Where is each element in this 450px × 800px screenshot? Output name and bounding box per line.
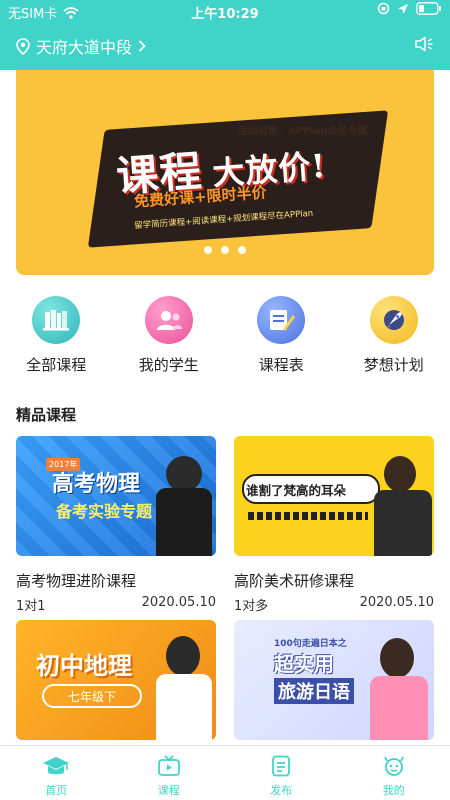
tv-icon [157,755,180,776]
quick-item-schedule[interactable]: 课程表 [225,296,338,375]
quick-item-all-courses[interactable]: 全部课程 [0,296,113,375]
course-title: 高阶美术研修课程 [234,572,355,590]
location-text: 天府大道中段 [36,38,133,57]
announcement-button[interactable] [414,36,434,56]
thumb-title: 初中地理 [36,652,132,680]
tab-publish[interactable]: 发布 [225,746,338,800]
quick-item-label: 梦想计划 [363,356,424,374]
location-selector[interactable]: 天府大道中段 [16,34,146,58]
course-card[interactable]: 2017年 高考物理 备考实验专题 高考物理进阶课程 1对1 2020.05.1… [16,436,216,614]
thumb-subtitle: 旅游日语 [274,678,354,704]
location-arrow-icon [398,3,408,14]
teacher-avatar [384,456,416,492]
thumb-title: 谁割了梵高的耳朵 [246,483,347,498]
schedule-icon [257,296,306,344]
tab-bar: 首页 课程 发布 我的 [0,745,450,800]
course-date: 2020.05.10 [141,595,216,610]
tab-mine[interactable]: 我的 [338,746,450,800]
quick-menu: 全部课程 我的学生 课程表 梦想计划 [0,296,450,375]
teacher-avatar [166,456,202,492]
teacher-avatar [166,636,200,676]
carousel-dot[interactable] [221,246,229,254]
tab-label: 发布 [270,784,293,797]
course-thumbnail: 谁割了梵高的耳朵 [234,436,434,556]
robot-icon [383,756,404,776]
quick-item-label: 课程表 [258,356,304,374]
course-thumbnail: 100句走遍日本之 超实用 旅游日语 [234,620,434,740]
course-type: 1对多 [234,599,269,614]
tab-home[interactable]: 首页 [0,746,113,800]
students-icon [144,296,193,344]
graduation-cap-icon [43,757,70,775]
course-date: 2020.05.10 [359,595,434,610]
header: 无SIM卡 上午10:29 天府大道中段 [0,0,450,70]
course-card[interactable]: 谁割了梵高的耳朵 高阶美术研修课程 1对多 2020.05.10 [234,436,434,614]
section-title: 精品课程 [16,406,77,424]
books-icon [32,296,81,344]
course-type: 1对1 [16,599,46,614]
course-card[interactable]: 初中地理 七年级下 [16,620,216,740]
thumb-subtitle: 七年级下 [42,684,142,708]
chevron-right-icon [138,40,146,52]
tab-label: 首页 [45,784,68,797]
course-card[interactable]: 100句走遍日本之 超实用 旅游日语 [234,620,434,740]
quick-item-label: 我的学生 [138,356,199,374]
battery-icon [416,2,441,15]
teacher-avatar [380,638,414,678]
quick-item-my-students[interactable]: 我的学生 [113,296,226,375]
status-bar: 无SIM卡 上午10:29 [0,0,450,22]
course-title: 高考物理进阶课程 [16,572,137,590]
rocket-icon [369,296,418,344]
location-pin-icon [16,37,30,55]
document-icon [272,755,291,777]
rotation-lock-icon [377,2,390,15]
carousel-dot[interactable] [204,246,212,254]
carousel-dot[interactable] [238,246,246,254]
thumb-title: 高考物理 [52,472,141,497]
quick-item-label: 全部课程 [26,356,87,374]
carousel-indicator [16,246,434,254]
tab-label: 课程 [157,784,180,797]
course-thumbnail: 2017年 高考物理 备考实验专题 [16,436,216,556]
thumb-subtitle: 备考实验专题 [56,502,153,521]
course-thumbnail: 初中地理 七年级下 [16,620,216,740]
quick-item-dream-plan[interactable]: 梦想计划 [338,296,450,375]
promo-banner[interactable]: 活动对象：APPlan会员专属 课程 大放价! 免费好课+限时半价 留学简历课程+… [16,70,434,275]
thumb-title: 超实用 [274,652,334,676]
speaker-icon [415,36,433,52]
tab-label: 我的 [382,784,405,797]
tab-courses[interactable]: 课程 [113,746,226,800]
